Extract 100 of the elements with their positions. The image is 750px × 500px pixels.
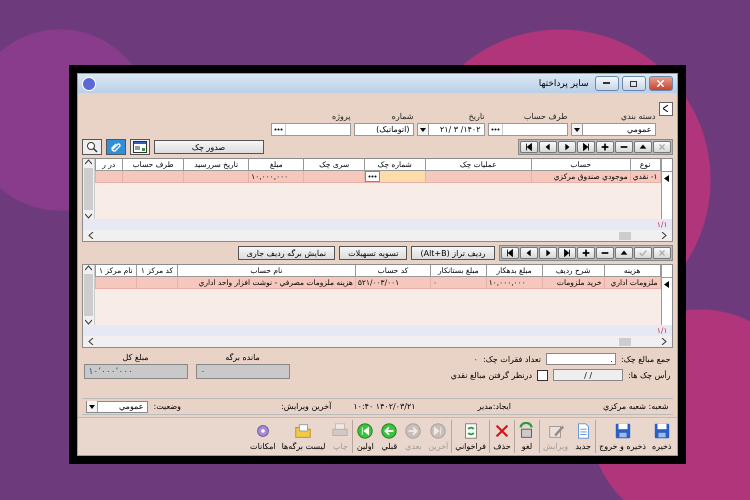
toolbar-button[interactable]: ذخیره و خروج: [595, 420, 649, 453]
minus-button[interactable]: [614, 141, 632, 153]
horizontal-scrollbar[interactable]: [82, 336, 672, 347]
vertical-scrollbar[interactable]: [82, 159, 94, 219]
zoom-button[interactable]: [82, 139, 102, 155]
scroll-up-icon[interactable]: [84, 265, 92, 272]
field-label: وضعیت:: [154, 402, 181, 411]
input-field[interactable]: [270, 123, 350, 136]
last-edit-text: آخرین ویرایش:: [281, 402, 332, 411]
date-field[interactable]: / /: [553, 369, 624, 381]
close-button[interactable]: [648, 76, 672, 91]
toolbar-button[interactable]: قبلي: [377, 420, 402, 453]
maximize-icon: [630, 80, 637, 86]
scroll-down-icon[interactable]: [84, 318, 92, 325]
window-title: سایر پرداختها: [538, 78, 588, 88]
scroll-thumb[interactable]: [84, 274, 92, 316]
next-button[interactable]: [538, 247, 556, 259]
toolbar-button[interactable]: لغو: [514, 420, 539, 453]
issue-check-button[interactable]: صدور چک: [154, 140, 264, 154]
ellipsis-icon: [274, 128, 282, 131]
first-button[interactable]: [520, 141, 538, 153]
action-button[interactable]: نمایش برگه ردیف جاری: [238, 246, 336, 260]
action-button[interactable]: ردیف تراز (Alt+B): [411, 246, 494, 260]
field-label: تاریخ: [468, 112, 484, 121]
cancel-icon: [656, 248, 666, 258]
lookup-button[interactable]: [364, 171, 380, 182]
scroll-thumb[interactable]: [84, 168, 92, 210]
first-icon: [524, 142, 534, 152]
toolbar-button[interactable]: جدید: [571, 420, 596, 453]
attachment-button[interactable]: [106, 139, 126, 155]
field-label: جمع مبالغ چک:: [620, 354, 670, 364]
grid-button[interactable]: [130, 139, 150, 155]
plus-button[interactable]: [596, 141, 614, 153]
toolbar-button[interactable]: حذف: [488, 420, 514, 453]
up-button[interactable]: [614, 247, 632, 259]
scroll-right-icon[interactable]: [660, 232, 668, 239]
input-field[interactable]: [488, 123, 568, 136]
toolbar-button[interactable]: امکانات: [247, 420, 279, 453]
scroll-right-icon[interactable]: [660, 338, 668, 345]
toolbar-button[interactable]: لیست برگه‌ها: [278, 420, 328, 453]
ellipsis-icon: [490, 128, 500, 131]
grid-icon: [132, 141, 146, 153]
toolbar-button[interactable]: ذخیره: [648, 420, 674, 453]
dropdown[interactable]: عمومي: [570, 123, 656, 136]
field-label: پروژه: [332, 112, 350, 121]
previous-icon: [380, 422, 398, 440]
checkbox[interactable]: [537, 370, 548, 380]
minus-button[interactable]: [596, 247, 614, 259]
prev-button[interactable]: [538, 141, 556, 153]
scroll-down-icon[interactable]: [84, 212, 92, 219]
toolbar-button[interactable]: اولین: [352, 420, 378, 453]
maximize-button[interactable]: [622, 76, 646, 91]
scroll-up-icon[interactable]: [84, 159, 92, 166]
vertical-scrollbar[interactable]: [82, 265, 94, 325]
creator-text: ایجاد:مدیر: [478, 402, 511, 411]
scroll-thumb[interactable]: [618, 232, 630, 240]
input-field[interactable]: (اتوماتیک): [354, 123, 414, 136]
scroll-left-icon[interactable]: [86, 232, 94, 239]
magnifier-icon: [86, 141, 98, 153]
horizontal-scrollbar[interactable]: [82, 230, 672, 241]
up-button[interactable]: [634, 141, 652, 153]
collapse-button[interactable]: [658, 102, 672, 116]
toolbar-button[interactable]: فراخواني: [451, 420, 489, 453]
cancel-icon: [656, 142, 666, 152]
table-cell: [136, 276, 178, 288]
last-button[interactable]: [576, 141, 594, 153]
scroll-thumb[interactable]: [618, 338, 630, 346]
balance-field: ۰: [196, 364, 290, 379]
first-icon: [356, 422, 374, 440]
action-button[interactable]: تسویه تسهیلات: [339, 246, 408, 260]
branch-text: شعبه: شعبه مرکزي: [603, 402, 668, 411]
input-field[interactable]: .: [546, 353, 616, 365]
status-dropdown[interactable]: عمومي: [86, 400, 148, 412]
caret-icon: [420, 128, 426, 132]
check-icon: [638, 248, 648, 258]
prev-button[interactable]: [520, 247, 538, 259]
timestamp-text: ۱۴۰۲/۰۳/۲۱ ۱۰:۴۰: [353, 402, 416, 411]
last-button[interactable]: [558, 247, 576, 259]
minimize-button[interactable]: [594, 76, 618, 91]
last-icon: [580, 142, 590, 152]
plus-icon: [600, 142, 610, 152]
field-label: رأس چک ها:: [628, 370, 670, 380]
caret-icon: [574, 128, 580, 132]
next-button[interactable]: [558, 141, 576, 153]
last-icon: [562, 248, 572, 258]
next-icon: [404, 422, 422, 440]
input-field[interactable]: ۱۴۰۲/ ۳ /۲۱: [416, 123, 484, 136]
field-label: تعداد فقرات چک:: [482, 354, 541, 364]
folder-icon: [294, 422, 312, 440]
row-pointer-icon: [664, 280, 669, 288]
caret-icon: [88, 404, 94, 408]
chevron-icon: [663, 104, 668, 112]
field-label: شماره: [392, 112, 414, 121]
app-icon: [82, 76, 96, 90]
plus-icon: [580, 248, 590, 258]
plus-button[interactable]: [576, 247, 594, 259]
close-icon: [657, 80, 664, 87]
scroll-left-icon[interactable]: [86, 338, 94, 345]
field-label: طرف حساب: [524, 112, 568, 121]
first-button[interactable]: [500, 247, 518, 259]
